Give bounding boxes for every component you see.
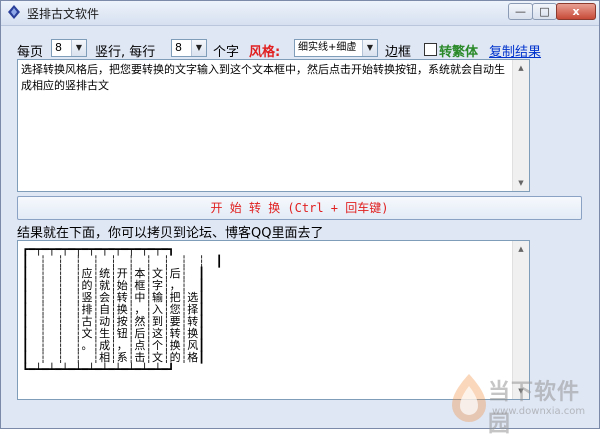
result-label: 结果就在下面，你可以拷贝到论坛、博客QQ里面去了 bbox=[17, 226, 324, 241]
downxia-logo-icon bbox=[452, 374, 486, 422]
watermark: 当下软件园 www.downxia.com bbox=[448, 370, 598, 440]
traditional-label[interactable]: 转繁体 bbox=[439, 41, 478, 60]
input-textarea[interactable]: 选择转换风格后，把您要转换的文字输入到这个文本框中，然后点击开始转换按钮，系统就… bbox=[17, 59, 530, 192]
per-line-value: 8 bbox=[175, 41, 182, 54]
scroll-down-icon[interactable]: ▼ bbox=[513, 175, 529, 191]
input-text: 选择转换风格后，把您要转换的文字输入到这个文本框中，然后点击开始转换按钮，系统就… bbox=[21, 63, 505, 92]
per-page-select[interactable]: 8 ▼ bbox=[51, 39, 87, 57]
vertical-text-output: ┏━┯━┯━┯━┯━┯━┯━┯━┯━┯━┯━┓ ┃ ┆ ┆ ┆ ┆ ┆ ┆ ┆ ┆… bbox=[22, 244, 222, 376]
maximize-button[interactable]: □ bbox=[532, 3, 557, 20]
copy-result-link[interactable]: 复制结果 bbox=[489, 41, 541, 60]
watermark-url: www.downxia.com bbox=[492, 406, 586, 417]
close-button[interactable]: x bbox=[556, 3, 596, 20]
chevron-down-icon: ▼ bbox=[71, 40, 86, 56]
border-label: 边框 bbox=[385, 45, 412, 60]
per-page-value: 8 bbox=[55, 41, 62, 54]
maximize-icon: □ bbox=[539, 5, 550, 18]
options-row: 每页 8 ▼ 竖行, 每行 8 ▼ 个字 风格: 细实线+细虚 ▼ 边框 转繁体… bbox=[9, 39, 591, 61]
convert-button[interactable]: 开 始 转 换 (Ctrl + 回车键) bbox=[17, 196, 582, 220]
style-label: 风格: bbox=[249, 45, 281, 60]
style-select[interactable]: 细实线+细虚 ▼ bbox=[294, 39, 378, 57]
chars-label: 个字 bbox=[213, 45, 240, 60]
result-line: ┗━┷━┷━┷━┷━┷━┷━┷━┷━┷━┷━┛ bbox=[22, 363, 175, 376]
close-icon: x bbox=[572, 5, 580, 18]
window-title: 竖排古文软件 bbox=[27, 7, 100, 21]
app-window: 竖排古文软件 — □ x 每页 8 ▼ 竖行, 每行 8 ▼ 个字 风格: 细实… bbox=[0, 0, 600, 437]
app-icon bbox=[8, 5, 20, 19]
minimize-button[interactable]: — bbox=[508, 3, 533, 20]
chevron-down-icon: ▼ bbox=[191, 40, 206, 56]
main-panel: 每页 8 ▼ 竖行, 每行 8 ▼ 个字 风格: 细实线+细虚 ▼ 边框 转繁体… bbox=[9, 27, 591, 437]
style-value: 细实线+细虚 bbox=[298, 42, 357, 53]
scroll-up-icon[interactable]: ▲ bbox=[513, 60, 529, 76]
per-line-select[interactable]: 8 ▼ bbox=[171, 39, 207, 57]
per-page-label: 每页 bbox=[17, 45, 44, 60]
title-bar[interactable]: 竖排古文软件 — □ x bbox=[1, 1, 599, 26]
input-scrollbar[interactable]: ▲ ▼ bbox=[512, 60, 529, 191]
columns-label: 竖行, 每行 bbox=[95, 45, 156, 60]
scroll-up-icon[interactable]: ▲ bbox=[513, 241, 529, 257]
traditional-checkbox[interactable] bbox=[424, 43, 437, 56]
minimize-icon: — bbox=[515, 5, 526, 18]
chevron-down-icon: ▼ bbox=[362, 40, 377, 56]
